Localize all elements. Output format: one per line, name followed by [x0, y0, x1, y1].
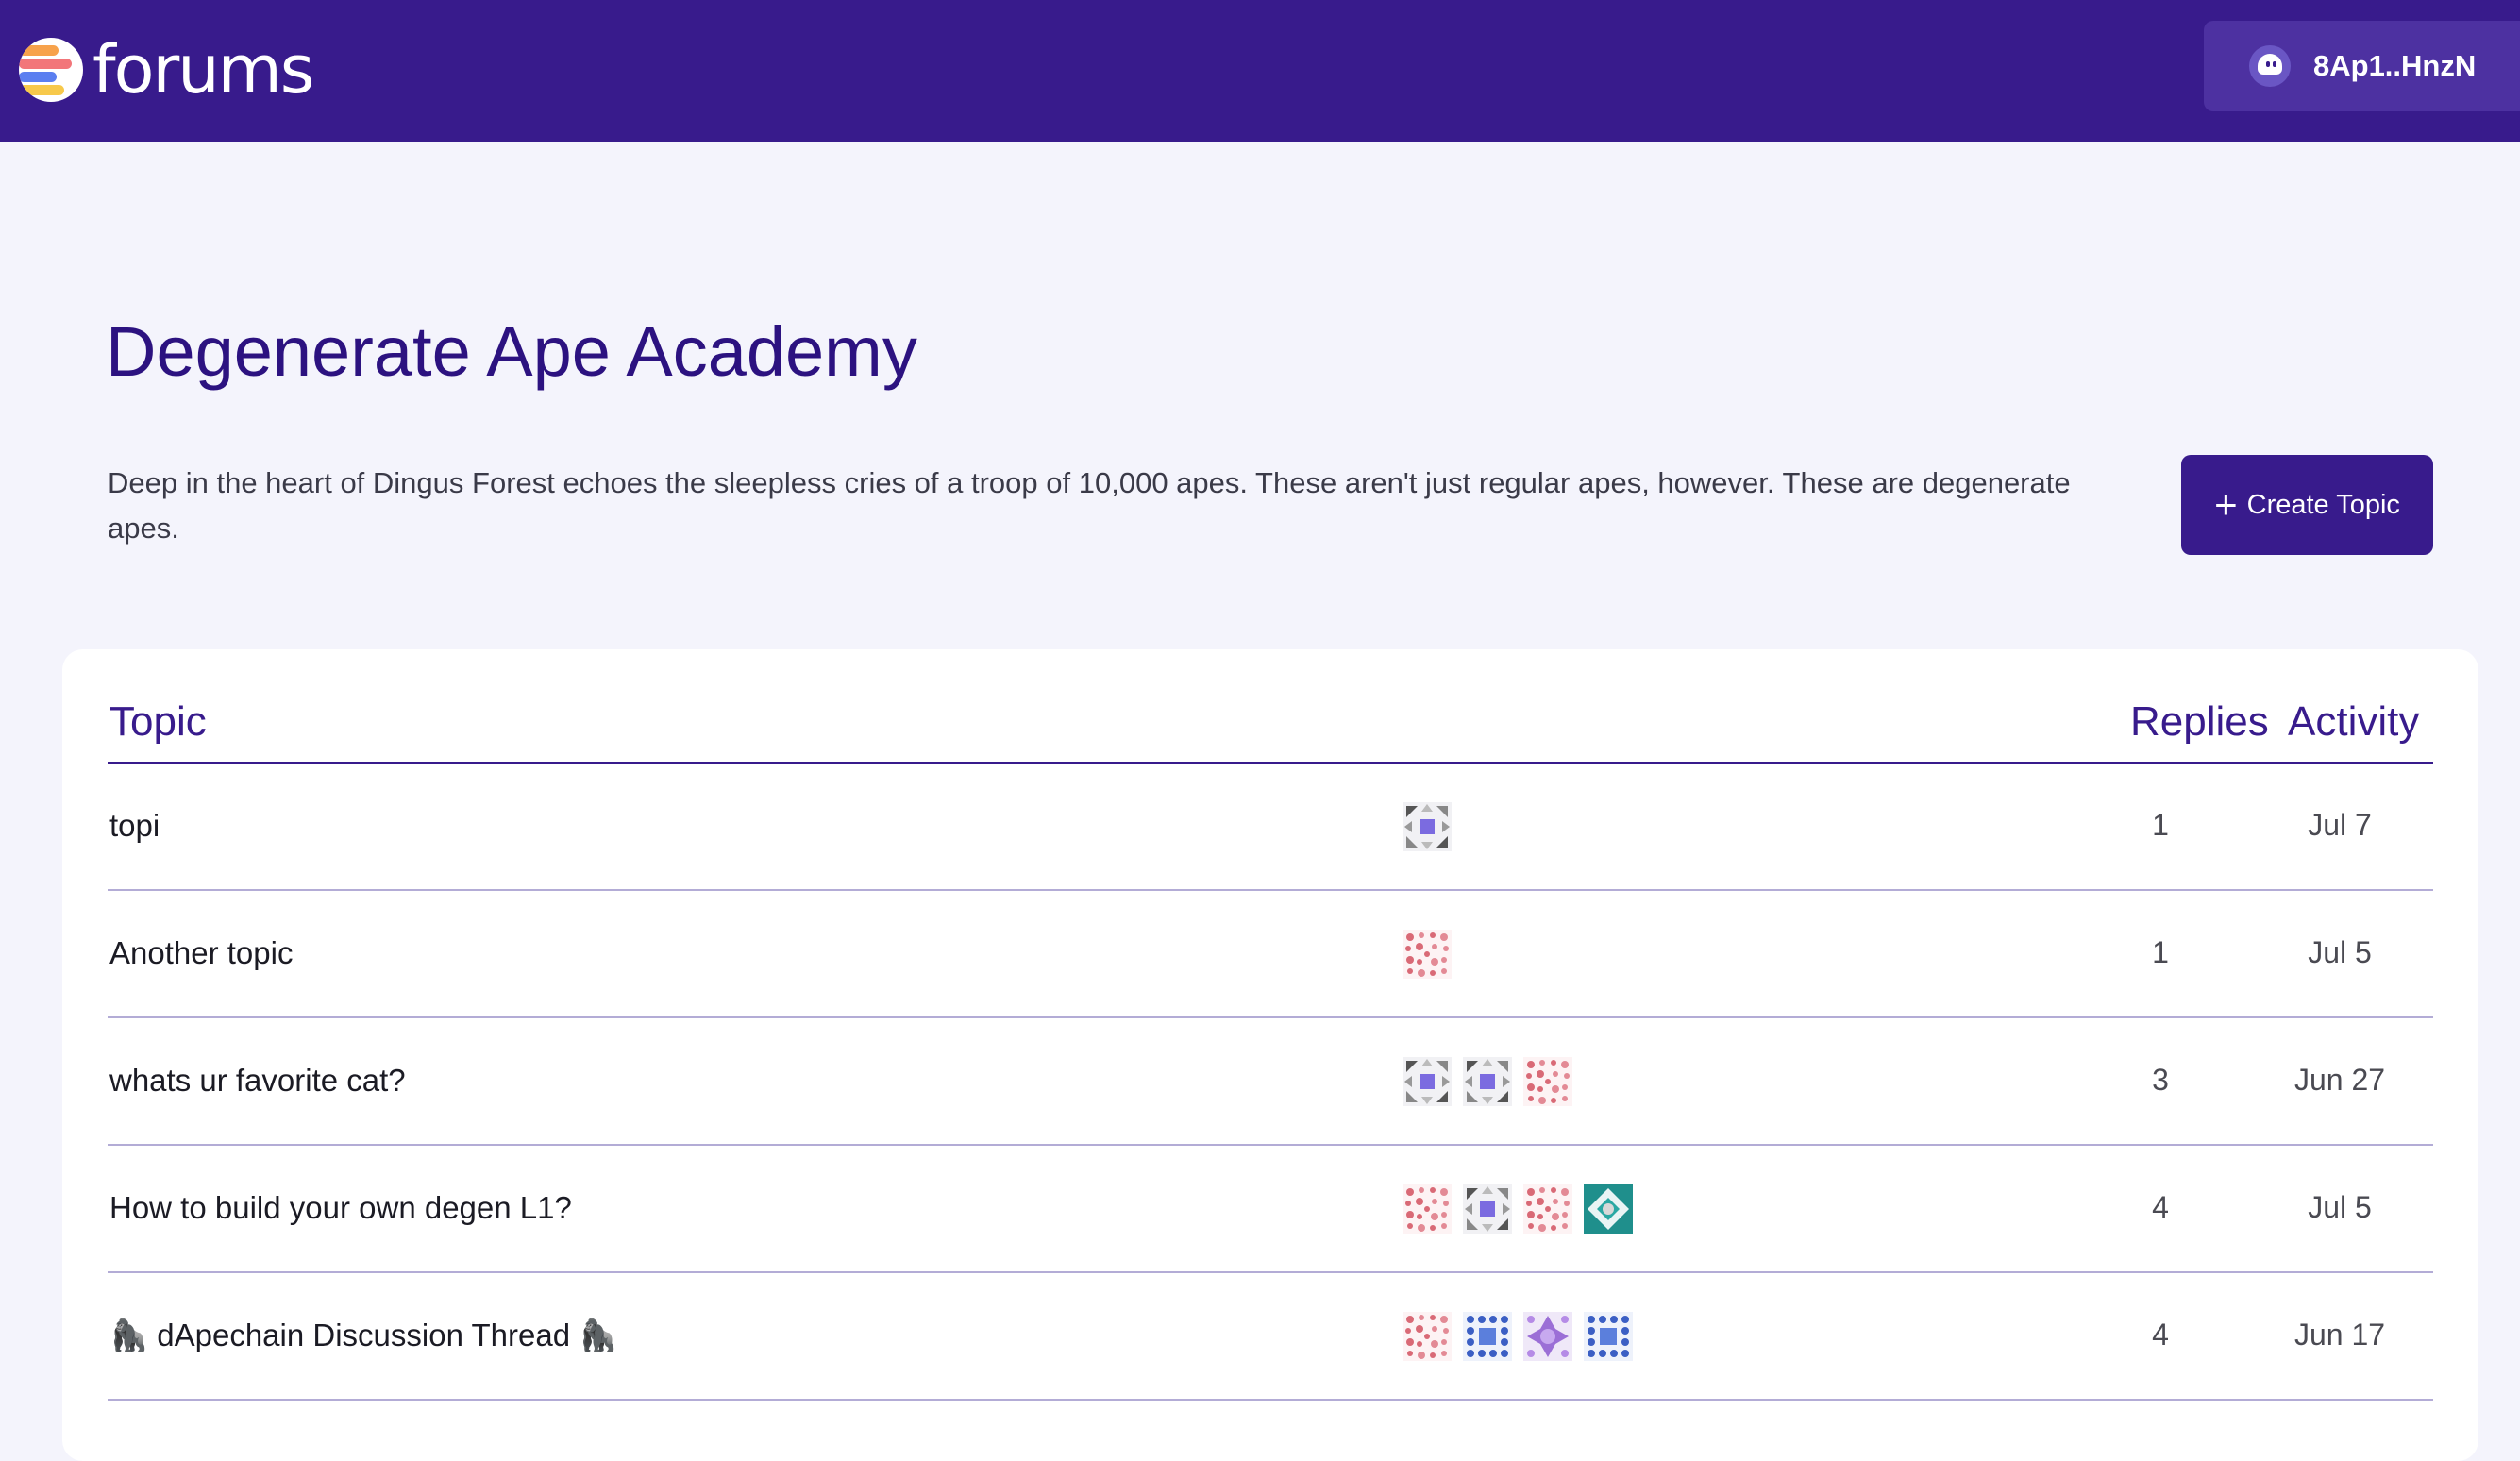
top-navigation-bar: forums 8Ap1..HnzN	[0, 0, 2520, 142]
last-activity-date: Jul 5	[2308, 935, 2372, 969]
participant-avatar-icon[interactable]	[1463, 1057, 1512, 1106]
participant-avatar-icon[interactable]	[1523, 1184, 1572, 1234]
column-header-activity: Activity	[2288, 698, 2420, 745]
participant-avatar-icon[interactable]	[1463, 1184, 1512, 1234]
topic-title-link[interactable]: whats ur favorite cat?	[109, 1063, 406, 1099]
topics-table-card: Topic Replies Activity topi 1 Jul 7 Another…	[62, 649, 2478, 1461]
topic-title-link[interactable]: Another topic	[109, 935, 293, 971]
participant-avatar-icon[interactable]	[1523, 1312, 1572, 1361]
participant-avatar-icon[interactable]	[1403, 930, 1452, 979]
participant-avatars	[1403, 1184, 1644, 1234]
participant-avatars	[1403, 1312, 1644, 1361]
reply-count: 4	[2152, 1318, 2169, 1352]
participant-avatar-icon[interactable]	[1403, 1057, 1452, 1106]
last-activity-date: Jul 7	[2308, 808, 2372, 842]
last-activity-date: Jun 17	[2293, 1318, 2386, 1352]
participant-avatar-icon[interactable]	[1403, 802, 1452, 851]
reply-count: 4	[2152, 1190, 2169, 1224]
topic-title-link[interactable]: How to build your own degen L1?	[109, 1190, 572, 1226]
reply-count: 1	[2152, 808, 2169, 842]
participant-avatar-icon[interactable]	[1584, 1184, 1633, 1234]
participant-avatar-icon[interactable]	[1463, 1312, 1512, 1361]
logo-stripes-icon	[19, 38, 83, 102]
forum-description: Deep in the heart of Dingus Forest echoe…	[108, 466, 2071, 545]
topic-row[interactable]: 🦍 dApechain Discussion Thread 🦍 4 Jun 17	[108, 1274, 2433, 1401]
participant-avatars	[1403, 1057, 1584, 1106]
participant-avatars	[1403, 802, 1463, 851]
wallet-address: 8Ap1..HnzN	[2313, 49, 2477, 82]
topic-title-link[interactable]: topi	[109, 808, 160, 844]
participant-avatar-icon[interactable]	[1523, 1057, 1572, 1106]
wallet-button[interactable]: 8Ap1..HnzN	[2204, 21, 2520, 111]
reply-count: 3	[2152, 1063, 2169, 1097]
plus-icon: +	[2214, 482, 2238, 527]
create-topic-button[interactable]: + Create Topic	[2181, 455, 2433, 555]
participant-avatar-icon[interactable]	[1403, 1184, 1452, 1234]
topic-row[interactable]: Another topic 1 Jul 5	[108, 892, 2433, 1018]
topic-row[interactable]: topi 1 Jul 7	[108, 764, 2433, 891]
logo-text: forums	[92, 31, 314, 109]
table-header: Topic Replies Activity	[108, 698, 2433, 764]
column-header-topic: Topic	[109, 698, 207, 745]
participant-avatar-icon[interactable]	[1403, 1312, 1452, 1361]
participant-avatars	[1403, 930, 1463, 979]
page-title: Degenerate Ape Academy	[106, 312, 917, 391]
reply-count: 1	[2152, 935, 2169, 969]
last-activity-date: Jul 5	[2308, 1190, 2372, 1224]
topic-row[interactable]: whats ur favorite cat? 3 Jun 27	[108, 1019, 2433, 1146]
forums-logo[interactable]: forums	[19, 31, 314, 109]
phantom-ghost-icon	[2249, 45, 2291, 87]
column-header-replies: Replies	[2130, 698, 2269, 745]
topic-title-link[interactable]: 🦍 dApechain Discussion Thread 🦍	[109, 1318, 617, 1354]
create-topic-label: Create Topic	[2246, 489, 2400, 520]
participant-avatar-icon[interactable]	[1584, 1312, 1633, 1361]
topic-row[interactable]: How to build your own degen L1? 4 Jul 5	[108, 1147, 2433, 1273]
last-activity-date: Jun 27	[2293, 1063, 2386, 1097]
